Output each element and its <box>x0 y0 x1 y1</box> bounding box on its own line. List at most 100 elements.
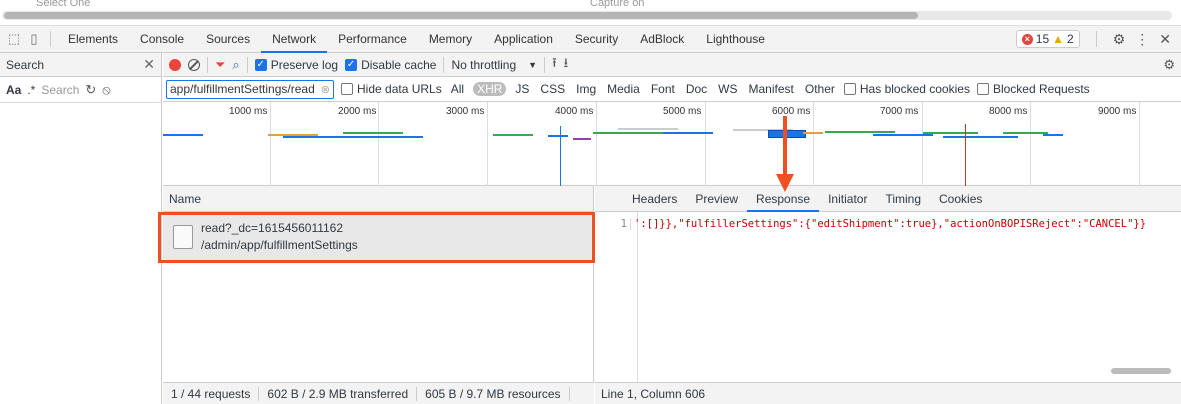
has-blocked-cookies-checkbox[interactable]: Has blocked cookies <box>843 82 970 96</box>
type-filter-font[interactable]: Font <box>649 82 677 96</box>
timeline-gridline <box>270 102 271 186</box>
timeline-bar <box>618 128 678 130</box>
clear-log-icon[interactable] <box>188 58 200 71</box>
tabbar-right-divider <box>1095 31 1097 47</box>
response-horizontal-scrollbar[interactable] <box>1111 368 1171 374</box>
has-blocked-cookies-label: Has blocked cookies <box>859 82 970 96</box>
timeline-bar <box>873 134 933 136</box>
tab-cookies[interactable]: Cookies <box>930 186 991 212</box>
throttling-select[interactable]: No throttling ▼ <box>451 58 537 72</box>
close-devtools-icon[interactable]: ✕ <box>1159 31 1171 48</box>
tab-security[interactable]: Security <box>564 26 629 53</box>
response-code-line[interactable]: 1 ':[]}},"fulfillerSettings":{"editShipme… <box>595 218 1181 230</box>
match-case-toggle[interactable]: Aa <box>6 83 21 97</box>
tab-console[interactable]: Console <box>129 26 195 53</box>
disable-cache-checkbox[interactable]: ✓ Disable cache <box>345 58 436 72</box>
timeline-bar <box>163 134 203 136</box>
request-count: 1 / 44 requests <box>163 386 260 401</box>
tabbar-divider <box>50 31 51 47</box>
timeline-bar <box>1043 134 1063 136</box>
preserve-log-checkbox[interactable]: ✓ Preserve log <box>254 57 339 72</box>
tab-adblock[interactable]: AdBlock <box>629 26 695 53</box>
search-icon[interactable]: ⌕ <box>232 57 239 73</box>
device-toolbar-icon[interactable]: ▯ <box>24 31 44 47</box>
type-filter-xhr[interactable]: XHR <box>473 82 507 96</box>
type-filter-js[interactable]: JS <box>513 82 531 96</box>
inspect-element-icon[interactable]: ⬚ <box>4 31 24 47</box>
dom-content-loaded-marker <box>560 126 561 186</box>
timeline-bar <box>803 132 823 134</box>
tab-headers[interactable]: Headers <box>623 186 686 212</box>
timeline-tick-label: 1000 ms <box>229 106 268 117</box>
export-har-icon[interactable]: ⭳ <box>564 54 569 76</box>
type-filter-img[interactable]: Img <box>574 82 598 96</box>
filter-icon[interactable]: ⏷ <box>215 57 225 73</box>
tab-lighthouse[interactable]: Lighthouse <box>695 26 776 53</box>
toolbar-divider <box>207 56 208 73</box>
regex-toggle[interactable]: .* <box>27 83 35 97</box>
checkbox-checked-icon: ✓ <box>345 58 358 71</box>
hide-data-urls-label: Hide data URLs <box>357 82 442 96</box>
tab-elements[interactable]: Elements <box>57 26 129 53</box>
network-overview-timeline[interactable]: 1000 ms 2000 ms 3000 ms 4000 ms 5000 ms … <box>163 102 1181 186</box>
filter-input[interactable]: app/fulfillmentSettings/read ⊗ <box>166 79 334 99</box>
hide-data-urls-checkbox[interactable]: Hide data URLs <box>341 82 442 96</box>
type-filter-ws[interactable]: WS <box>716 82 739 96</box>
tab-application[interactable]: Application <box>483 26 564 53</box>
error-count: 15 <box>1035 32 1050 46</box>
scrollbar-thumb[interactable] <box>4 12 918 19</box>
checkbox-unchecked-icon <box>843 83 856 95</box>
response-code: ':[]}},"fulfillerSettings":{"editShipmen… <box>634 218 1147 230</box>
name-column-header[interactable]: Name <box>163 186 593 212</box>
error-icon: × <box>1021 33 1033 45</box>
record-icon[interactable] <box>169 58 181 71</box>
clear-filter-icon[interactable]: ⊗ <box>321 83 330 96</box>
timeline-bar <box>825 131 895 133</box>
import-har-icon[interactable]: ⭱ <box>552 54 557 76</box>
cursor-position: Line 1, Column 606 <box>601 386 706 401</box>
timeline-gridline <box>487 102 488 186</box>
timeline-gridline <box>922 102 923 186</box>
settings-gear-icon[interactable]: ⚙ <box>1113 31 1126 48</box>
type-filter-doc[interactable]: Doc <box>684 82 709 96</box>
timeline-tick-label: 7000 ms <box>880 106 919 117</box>
tab-preview[interactable]: Preview <box>686 186 747 212</box>
line-gutter-divider <box>637 212 638 382</box>
tab-sources[interactable]: Sources <box>195 26 261 53</box>
line-number: 1 <box>595 218 631 230</box>
search-input[interactable]: Search <box>41 83 79 97</box>
timeline-gridline <box>813 102 814 186</box>
filter-input-value: app/fulfillmentSettings/read <box>170 82 315 96</box>
warning-icon: ▲ <box>1052 32 1065 46</box>
refresh-icon[interactable]: ↻ <box>85 82 96 98</box>
tab-memory[interactable]: Memory <box>418 26 483 53</box>
type-filter-css[interactable]: CSS <box>538 82 567 96</box>
page-horizontal-scrollbar[interactable] <box>2 11 1172 20</box>
issues-badge[interactable]: × 15 ▲ 2 <box>1015 30 1080 48</box>
type-filter-manifest[interactable]: Manifest <box>747 82 796 96</box>
annotation-highlight-box <box>158 212 595 263</box>
network-toolbar: ⏷ ⌕ ✓ Preserve log ✓ Disable cache No th… <box>163 53 1181 77</box>
detail-tabbar: Headers Preview Response Initiator Timin… <box>595 186 1181 212</box>
search-panel-title: Search <box>6 57 45 72</box>
type-filter-other[interactable]: Other <box>803 82 837 96</box>
close-search-icon[interactable]: ✕ <box>143 56 155 73</box>
clear-search-icon[interactable]: ⦸ <box>102 82 110 98</box>
type-filter-media[interactable]: Media <box>605 82 642 96</box>
name-column-label: Name <box>169 191 202 206</box>
tab-network[interactable]: Network <box>261 26 328 53</box>
tab-performance[interactable]: Performance <box>327 26 418 53</box>
request-detail-pane: Headers Preview Response Initiator Timin… <box>595 186 1181 382</box>
timeline-bar <box>343 132 403 134</box>
tab-initiator[interactable]: Initiator <box>819 186 876 212</box>
timeline-tick-label: 4000 ms <box>555 106 594 117</box>
search-input-row: Aa .* Search ↻ ⦸ <box>0 77 161 103</box>
blocked-requests-checkbox[interactable]: Blocked Requests <box>976 82 1090 96</box>
tab-timing[interactable]: Timing <box>876 186 930 212</box>
timeline-bar <box>663 132 713 134</box>
more-options-icon[interactable]: ⋮ <box>1135 31 1149 48</box>
timeline-bar <box>1003 132 1048 134</box>
network-settings-icon[interactable]: ⚙ <box>1163 57 1175 73</box>
type-filter-all[interactable]: All <box>449 82 466 96</box>
preserve-log-label: Preserve log <box>270 57 339 72</box>
